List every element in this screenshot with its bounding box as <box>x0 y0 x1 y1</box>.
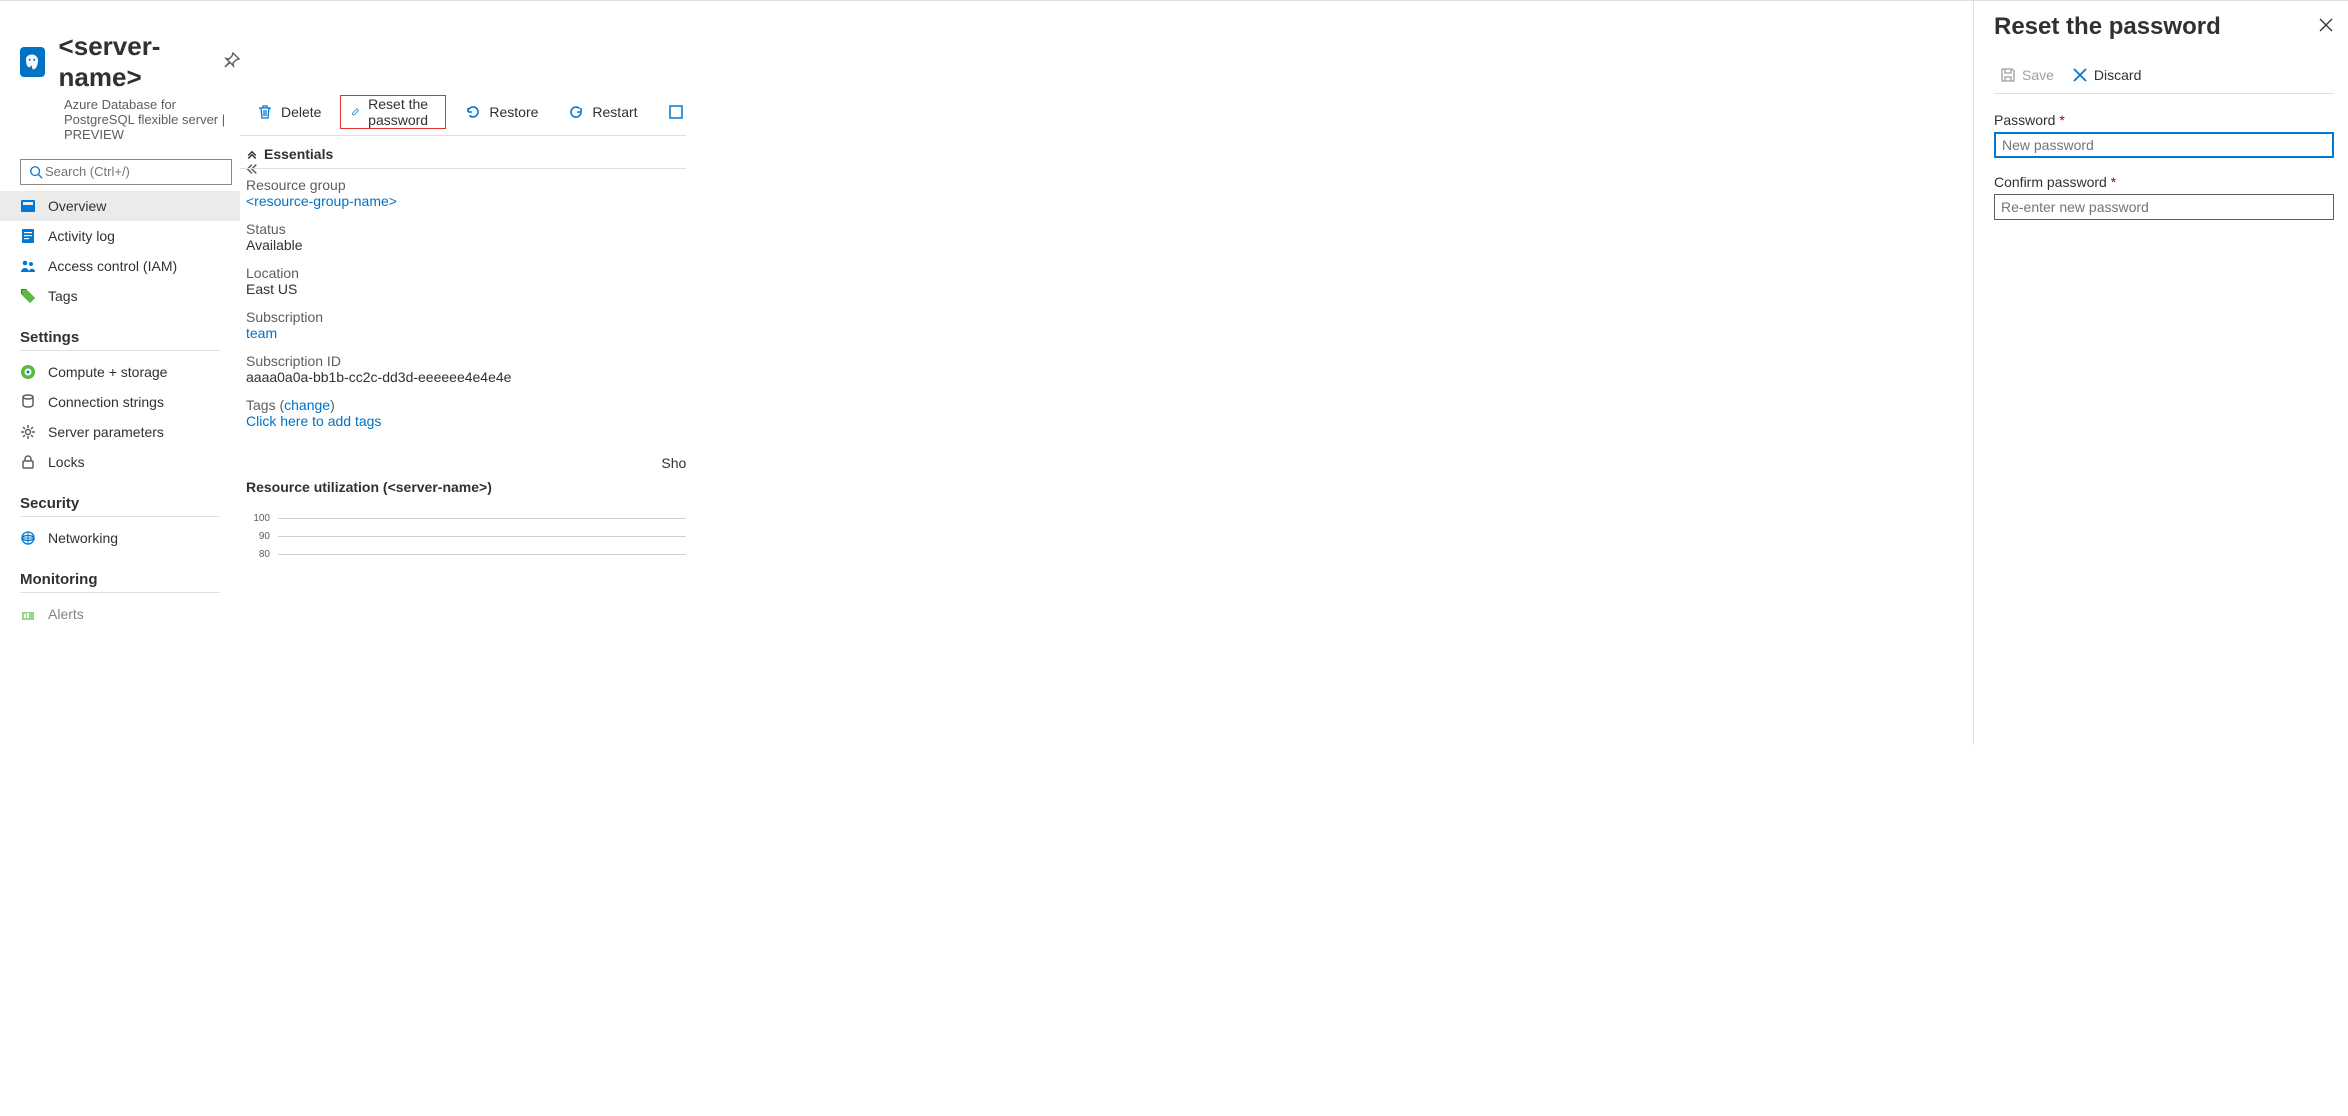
button-label: Delete <box>281 104 321 120</box>
resource-header: <server-name> Azure Database for Postgre… <box>0 1 240 150</box>
reset-password-panel: Reset the password Save Discard Password… <box>1973 1 2348 745</box>
essentials-toggle[interactable]: Essentials <box>240 136 686 169</box>
gear-icon <box>20 424 36 440</box>
nav-label: Alerts <box>48 606 84 622</box>
rg-link[interactable]: <resource-group-name> <box>246 193 397 209</box>
nav-locks[interactable]: Locks <box>0 447 240 477</box>
nav-label: Overview <box>48 198 106 214</box>
subscription-id-label: Subscription ID <box>246 353 686 369</box>
status-value: Available <box>246 237 686 253</box>
close-icon[interactable] <box>2318 17 2334 38</box>
utilization-chart: 100 90 80 <box>246 509 686 563</box>
search-input[interactable] <box>20 159 232 185</box>
nav-connection-strings[interactable]: Connection strings <box>0 387 240 417</box>
button-label: Restore <box>489 104 538 120</box>
nav-section-settings: Settings <box>20 329 220 351</box>
save-button[interactable]: Save <box>1994 65 2060 85</box>
compute-icon <box>20 364 36 380</box>
add-tags-link[interactable]: Click here to add tags <box>246 413 381 429</box>
left-area: <server-name> Azure Database for Postgre… <box>0 1 686 745</box>
button-label: Restart <box>592 104 637 120</box>
postgresql-icon <box>20 47 45 77</box>
button-label: Save <box>2022 67 2054 83</box>
nav-label: Connection strings <box>48 394 164 410</box>
delete-button[interactable]: Delete <box>246 95 332 129</box>
nav-label: Activity log <box>48 228 115 244</box>
nav-section-monitoring: Monitoring <box>20 571 220 593</box>
nav-access-control[interactable]: Access control (IAM) <box>0 251 240 281</box>
people-icon <box>20 258 36 274</box>
panel-title: Reset the password <box>1994 13 2221 41</box>
server-name-title: <server-name> <box>59 31 210 93</box>
nav-label: Compute + storage <box>48 364 167 380</box>
location-value: East US <box>246 281 686 297</box>
subscription-link[interactable]: team <box>246 325 277 341</box>
nav-section-security: Security <box>20 495 220 517</box>
pin-icon[interactable] <box>224 52 240 73</box>
stop-button[interactable]: Stop <box>657 95 686 129</box>
subscription-label: Subscription <box>246 309 686 325</box>
password-label: Password * <box>1994 112 2334 128</box>
chart-title: Resource utilization (<server-name>) <box>246 479 686 495</box>
confirm-password-input[interactable] <box>1994 194 2334 220</box>
subscription-id-value: aaaa0a0a-bb1b-cc2c-dd3d-eeeeee4e4e4e <box>246 369 686 385</box>
confirm-password-label: Confirm password * <box>1994 174 2334 190</box>
discard-button[interactable]: Discard <box>2066 65 2147 85</box>
search-field[interactable] <box>43 163 223 180</box>
nav-label: Networking <box>48 530 118 546</box>
command-bar: Delete Reset the password Restore Restar… <box>240 91 686 136</box>
essentials-body: Resource group<resource-group-name> Stat… <box>240 169 686 441</box>
status-label: Status <box>246 221 686 237</box>
restore-button[interactable]: Restore <box>454 95 549 129</box>
reset-password-button[interactable]: Reset the password <box>340 95 446 129</box>
nav-networking[interactable]: Networking <box>0 523 240 553</box>
tags-label: Tags (change) <box>246 397 686 413</box>
chevron-up-icon <box>246 148 258 160</box>
tags-change-link[interactable]: change <box>284 397 330 413</box>
nav: Overview Activity log Access control (IA… <box>0 191 240 629</box>
nav-tags[interactable]: Tags <box>0 281 240 311</box>
activity-log-icon <box>20 228 36 244</box>
essentials-label: Essentials <box>264 146 333 162</box>
connection-icon <box>20 394 36 410</box>
password-input[interactable] <box>1994 132 2334 158</box>
sidebar: <server-name> Azure Database for Postgre… <box>0 1 240 745</box>
lock-icon <box>20 454 36 470</box>
restart-button[interactable]: Restart <box>557 95 648 129</box>
rg-label: Resource group <box>246 177 686 193</box>
nav-compute-storage[interactable]: Compute + storage <box>0 357 240 387</box>
y-tick: 80 <box>246 549 270 560</box>
nav-activity-log[interactable]: Activity log <box>0 221 240 251</box>
alerts-icon <box>20 606 36 622</box>
page-root: <server-name> Azure Database for Postgre… <box>0 0 2348 745</box>
location-label: Location <box>246 265 686 281</box>
resource-subtitle: Azure Database for PostgreSQL flexible s… <box>64 97 240 142</box>
networking-icon <box>20 530 36 546</box>
nav-overview[interactable]: Overview <box>0 191 240 221</box>
tags-icon <box>20 288 36 304</box>
nav-label: Locks <box>48 454 85 470</box>
nav-alerts[interactable]: Alerts <box>0 599 240 629</box>
main-content: Delete Reset the password Restore Restar… <box>240 1 686 745</box>
nav-label: Access control (IAM) <box>48 258 177 274</box>
y-tick: 100 <box>246 513 270 524</box>
nav-label: Tags <box>48 288 78 304</box>
button-label: Reset the password <box>368 96 435 128</box>
nav-server-parameters[interactable]: Server parameters <box>0 417 240 447</box>
y-tick: 90 <box>246 531 270 542</box>
show-data-label: Show data for last: <box>240 455 686 471</box>
button-label: Discard <box>2094 67 2141 83</box>
overview-icon <box>20 198 36 214</box>
nav-label: Server parameters <box>48 424 164 440</box>
